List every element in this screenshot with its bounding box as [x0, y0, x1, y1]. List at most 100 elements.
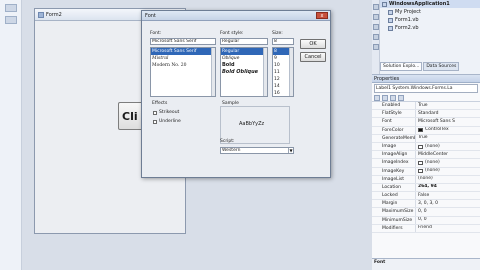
alphabetical-icon[interactable] [382, 95, 388, 101]
properties-target-select[interactable]: Label1 System.Windows.Forms.La [374, 84, 478, 93]
script-value: Western [222, 148, 241, 153]
property-row[interactable]: Location 264, 94 [372, 183, 480, 193]
property-name: MinimumSize [372, 216, 416, 224]
property-row[interactable]: ImageKey (none) [372, 167, 480, 176]
property-row[interactable]: Enabled True [372, 102, 480, 111]
underline-label: Underline [159, 119, 181, 124]
toolbar-icon[interactable] [373, 34, 379, 40]
list-item[interactable]: Regular [221, 48, 267, 55]
tree-item[interactable]: Form1.vb [380, 16, 480, 24]
list-item[interactable]: Mistral [151, 55, 215, 62]
property-row[interactable]: ImageIndex (none) [372, 159, 480, 168]
property-value[interactable]: True [416, 135, 480, 142]
property-value[interactable]: (none) [416, 168, 480, 175]
property-value-text: 3, 0, 3, 0 [418, 200, 439, 206]
close-button[interactable]: x [316, 12, 328, 19]
script-select[interactable]: Western ▼ [220, 147, 294, 154]
property-value[interactable]: Microsoft Sans S [416, 118, 480, 125]
font-name-input[interactable]: Microsoft Sans Serif [150, 38, 216, 45]
property-value[interactable]: ControlTex [416, 127, 480, 134]
toolbar-icon[interactable] [373, 4, 379, 10]
server-explorer-icon[interactable] [5, 16, 17, 24]
property-row[interactable]: Margin 3, 0, 3, 0 [372, 200, 480, 209]
property-row[interactable]: GenerateMemb True [372, 134, 480, 143]
property-name: Image [372, 142, 416, 151]
property-row[interactable]: MaximumSize 0, 0 [372, 208, 480, 217]
property-value[interactable]: Standard [416, 110, 480, 117]
color-swatch-icon [418, 160, 423, 165]
property-value[interactable]: (none) [416, 159, 480, 166]
property-value[interactable]: True [416, 102, 480, 109]
font-dialog-titlebar[interactable]: Font [142, 11, 330, 21]
scrollbar[interactable] [289, 48, 293, 96]
property-grid: Enabled True FlatStyle Standard Font Microsof… [372, 102, 480, 233]
property-row[interactable]: MinimumSize 0, 0 [372, 216, 480, 225]
strikeout-label: Strikeout [159, 110, 180, 115]
tab-data-sources[interactable]: Data Sources [423, 62, 460, 71]
font-name-list[interactable]: Microsoft Sans Serif Mistral Modern No. … [150, 47, 216, 97]
scrollbar[interactable] [263, 48, 267, 96]
property-row[interactable]: ImageList (none) [372, 175, 480, 184]
property-row[interactable]: Modifiers Friend [372, 224, 480, 233]
size-input[interactable]: 8 [272, 38, 294, 45]
property-value[interactable]: 0, 0 [416, 208, 480, 215]
property-row[interactable]: ImageAlign MiddleCenter [372, 151, 480, 160]
property-value-text: (none) [425, 168, 440, 174]
property-value[interactable]: (none) [416, 143, 480, 150]
property-value[interactable]: False [416, 192, 480, 199]
color-swatch-icon [418, 128, 423, 133]
scrollbar[interactable] [211, 48, 215, 96]
property-name: GenerateMemb [372, 134, 416, 142]
property-row[interactable]: FlatStyle Standard [372, 110, 480, 119]
tree-item[interactable]: My Project [380, 8, 480, 16]
strikeout-row[interactable]: Strikeout [153, 109, 179, 116]
tree-item[interactable]: WindowsApplication1 [380, 0, 480, 8]
property-value[interactable]: Friend [416, 225, 480, 232]
toolbar-icon[interactable] [373, 44, 379, 50]
property-name: ImageIndex [372, 159, 416, 167]
events-icon[interactable] [398, 95, 404, 101]
underline-row[interactable]: Underline [153, 118, 181, 125]
categorized-icon[interactable] [374, 95, 380, 101]
properties-icon[interactable] [390, 95, 396, 101]
toolbar-icon[interactable] [373, 24, 379, 30]
list-item[interactable]: Bold [221, 62, 267, 69]
property-value-text: Standard [418, 110, 439, 116]
strikeout-checkbox[interactable] [153, 110, 157, 115]
list-item[interactable]: Microsoft Sans Serif [151, 48, 215, 55]
property-row[interactable]: ForeColor ControlTex [372, 126, 480, 135]
font-style-label: Font style: [220, 31, 244, 36]
chevron-down-icon[interactable]: ▼ [288, 148, 293, 153]
description-title: Font [374, 260, 386, 265]
cancel-button[interactable]: Cancel [300, 52, 326, 62]
property-row[interactable]: Image (none) [372, 142, 480, 152]
underline-checkbox[interactable] [153, 119, 157, 124]
property-row[interactable]: Locked False [372, 192, 480, 201]
toolbox-strip [0, 0, 22, 270]
font-style-list[interactable]: Regular Oblique Bold Bold Oblique [220, 47, 268, 97]
property-value-text: (none) [425, 143, 440, 149]
property-value[interactable]: 0, 0 [416, 217, 480, 224]
property-value[interactable]: 264, 94 [416, 184, 480, 191]
list-item[interactable]: Modern No. 20 [151, 62, 215, 69]
property-row[interactable]: Font Microsoft Sans S [372, 118, 480, 127]
property-value-text: True [418, 135, 428, 141]
tab-solution-explorer[interactable]: Solution Explo... [380, 62, 423, 71]
tree-item-label: My Project [395, 9, 421, 15]
size-list[interactable]: 8 9 10 11 12 14 16 [272, 47, 294, 97]
list-item[interactable]: Oblique [221, 55, 267, 62]
list-item[interactable]: Bold Oblique [221, 69, 267, 76]
font-dialog: Font x Font: Microsoft Sans Serif Micros… [141, 10, 331, 178]
property-value[interactable]: MiddleCenter [416, 151, 480, 158]
toolbar-icon[interactable] [373, 14, 379, 20]
ok-button[interactable]: OK [300, 39, 326, 49]
property-value[interactable]: (none) [416, 176, 480, 183]
property-value-text: MiddleCenter [418, 151, 449, 157]
toolbox-icon[interactable] [5, 4, 17, 12]
font-style-input[interactable]: Regular [220, 38, 268, 45]
sample-text: AaBbYyZz [239, 121, 265, 127]
tree-item[interactable]: Form2.vb [380, 24, 480, 32]
property-name: Modifiers [372, 224, 416, 232]
property-value[interactable]: 3, 0, 3, 0 [416, 200, 480, 207]
form-icon [38, 11, 44, 18]
